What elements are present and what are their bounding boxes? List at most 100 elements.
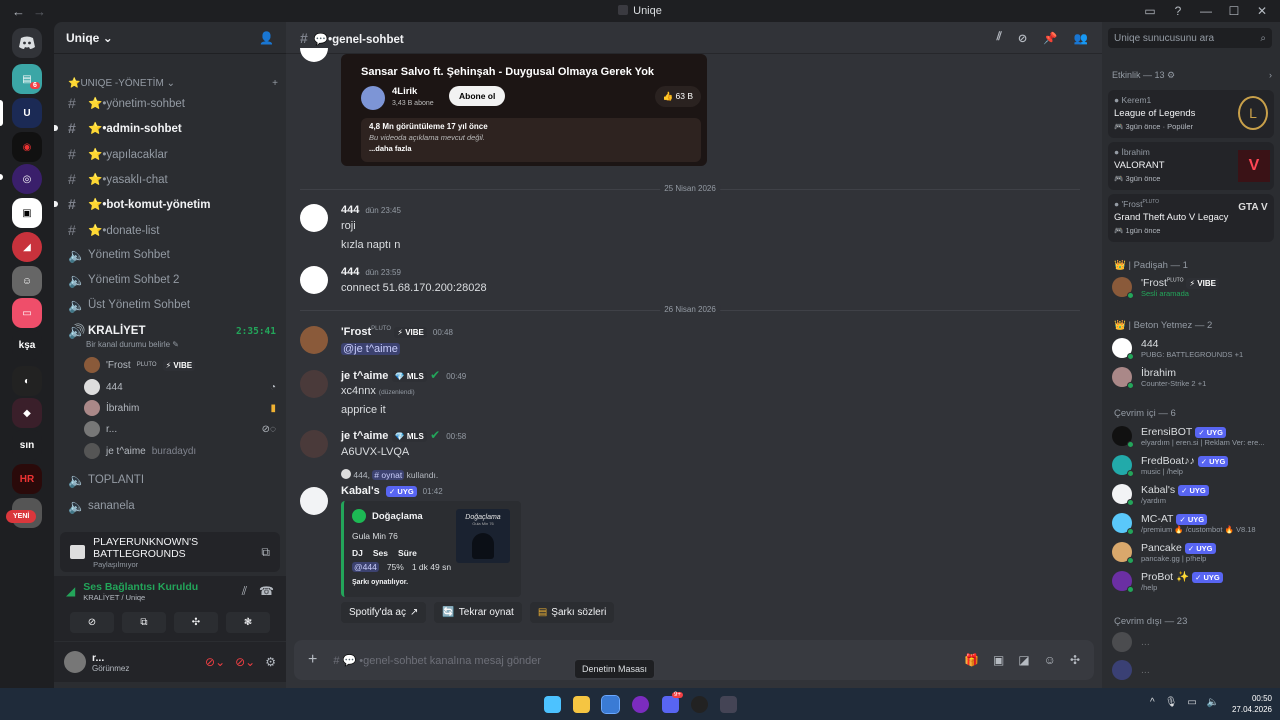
server-icon-4[interactable]: ▣ bbox=[12, 198, 42, 228]
server-icon-12[interactable]: HR bbox=[12, 464, 42, 494]
forward-arrow-icon[interactable]: → bbox=[33, 4, 46, 19]
invite-icon[interactable]: 👤 bbox=[259, 31, 274, 45]
voice-user[interactable]: İbrahim ▮ bbox=[84, 398, 276, 418]
volume-icon[interactable]: 🔈 bbox=[1207, 697, 1219, 708]
youtube-embed[interactable]: Sansar Salvo ft. Şehinşah - Duygusal Olm… bbox=[341, 54, 707, 166]
message[interactable]: je t^aime 💎 MLS ✔ 00:58 A6UVX-LVQA bbox=[300, 428, 1080, 458]
avatar[interactable] bbox=[300, 326, 328, 354]
avatar[interactable] bbox=[300, 204, 328, 232]
music-embed[interactable]: Doğaçlama Gula Min 76 DJ Ses Süre @444 75% 1… bbox=[341, 501, 521, 597]
message-author[interactable]: Kabal's bbox=[341, 485, 380, 497]
spotify-open-button[interactable]: Spotify'da aç ↗ bbox=[341, 602, 427, 623]
server-icon-2[interactable]: ◉ bbox=[12, 132, 42, 162]
help-icon[interactable]: ? bbox=[1164, 4, 1192, 18]
voice-ust-yonetim[interactable]: 🔈 Üst Yönetim Sohbet bbox=[62, 294, 284, 316]
server-ksa[interactable]: kşa bbox=[12, 330, 42, 360]
member-item[interactable]: ... bbox=[1112, 628, 1276, 656]
emoji-icon[interactable]: ☺ bbox=[1044, 653, 1056, 667]
channel-avatar[interactable] bbox=[361, 86, 385, 110]
notifications-off-icon[interactable]: ⊘ bbox=[1018, 31, 1028, 45]
message[interactable]: 'FrostPLUTO ⚡ VIBE 00:48 @je t^aime bbox=[300, 324, 1080, 355]
message-author[interactable]: je t^aime bbox=[341, 370, 388, 382]
message[interactable]: je t^aime 💎 MLS ✔ 00:49 xc4nnx (düzenlend… bbox=[300, 368, 1080, 416]
server-icon-6[interactable]: ☺ bbox=[12, 266, 42, 296]
close-button[interactable]: ✕ bbox=[1248, 4, 1276, 18]
add-attachment-icon[interactable]: + bbox=[308, 651, 317, 669]
discord-taskbar-icon[interactable] bbox=[662, 696, 679, 713]
inbox-icon[interactable]: ▭ bbox=[1136, 4, 1164, 18]
server-icon-5[interactable]: ◢ bbox=[12, 232, 42, 262]
member-item[interactable]: FredBoat♪♪ ✓ UYG music | /help bbox=[1112, 451, 1276, 479]
member-item[interactable]: Kabal's ✓ UYG/yardım bbox=[1112, 480, 1276, 508]
server-header[interactable]: Uniqe ⌄ 👤 bbox=[54, 22, 286, 54]
display-icon[interactable]: ▭ bbox=[1187, 697, 1196, 708]
avatar[interactable] bbox=[300, 370, 328, 398]
sticker-icon[interactable]: ◪ bbox=[1018, 653, 1029, 667]
member-item[interactable]: ProBot ✨ ✓ UYG/help bbox=[1112, 567, 1276, 595]
member-item[interactable]: Pancake ✓ UYG pancake.gg | p!help bbox=[1112, 538, 1276, 566]
threads-icon[interactable]: ⫽ bbox=[997, 31, 1002, 45]
voice-location[interactable]: KRALİYET / Uniqe bbox=[83, 593, 198, 602]
lyrics-button[interactable]: ▤ Şarkı sözleri bbox=[529, 602, 615, 623]
bot-message[interactable]: 444, # oynat kullandı. Kabal's ✓ UYG 01:4… bbox=[300, 469, 1080, 623]
video-description[interactable]: 4,8 Mn görüntüleme 17 yıl önce Bu videod… bbox=[361, 118, 701, 162]
video-title[interactable]: Sansar Salvo ft. Şehinşah - Duygusal Olm… bbox=[361, 66, 654, 78]
message-author[interactable]: 444 bbox=[341, 204, 359, 216]
server-uniqe-icon[interactable]: U bbox=[12, 98, 42, 128]
disconnect-icon[interactable]: ☎ bbox=[259, 584, 274, 598]
activity-card[interactable]: ● Kerem1 League of Legends 🎮 3gün önce ·… bbox=[1108, 90, 1274, 138]
voice-status-hint[interactable]: Bir kanal durumu belirle ✎ bbox=[86, 340, 179, 349]
clock[interactable]: 00:50 27.04.2026 bbox=[1232, 693, 1272, 715]
mute-mic-icon[interactable]: ⊘⌄ bbox=[205, 655, 225, 669]
bot-avatar[interactable] bbox=[300, 487, 328, 515]
channel-yasakli-chat[interactable]: # ⭐•yasaklı-chat bbox=[62, 168, 284, 190]
voice-yonetim-sohbet[interactable]: 🔈 Yönetim Sohbet bbox=[62, 244, 284, 266]
discord-home-icon[interactable] bbox=[12, 28, 42, 58]
tray-chevron-icon[interactable]: ^ bbox=[1150, 697, 1155, 708]
activity-panel[interactable]: PLAYERUNKNOWN'S BATTLEGROUNDS Paylaşılmıy… bbox=[60, 532, 280, 572]
screen-share-button[interactable]: ⧉ bbox=[122, 612, 166, 633]
dj-mention[interactable]: @444 bbox=[352, 562, 379, 572]
server-icon-10[interactable]: ◆ bbox=[12, 398, 42, 428]
channel-donate-list[interactable]: # ⭐•donate-list bbox=[62, 219, 284, 241]
channel-admin-sohbet[interactable]: # ⭐•admin-sohbet bbox=[54, 117, 284, 139]
file-explorer-icon[interactable] bbox=[573, 696, 590, 713]
voice-kraliyet[interactable]: 🔊 KRALİYET 2:35:41 bbox=[62, 320, 284, 342]
new-badge[interactable]: YENİ bbox=[6, 510, 37, 523]
pin-icon[interactable]: 📌 bbox=[1043, 31, 1057, 45]
message-author[interactable]: 444 bbox=[341, 266, 359, 278]
like-button[interactable]: 👍 63 B bbox=[654, 86, 701, 107]
member-item[interactable]: ... bbox=[1112, 656, 1276, 684]
channel-yonetim-sohbet[interactable]: # ⭐•yönetim-sohbet bbox=[62, 92, 284, 114]
back-arrow-icon[interactable]: ← bbox=[12, 4, 25, 19]
voice-user[interactable]: 444 ◔ bbox=[84, 377, 276, 397]
member-item[interactable]: 444 PUBG: BATTLEGROUNDS +1 bbox=[1112, 334, 1276, 362]
category-header[interactable]: ⭐UNIQE -YÖNETİM ⌄ + bbox=[68, 78, 278, 89]
app-icon[interactable] bbox=[720, 696, 737, 713]
steam-icon[interactable] bbox=[691, 696, 708, 713]
add-channel-icon[interactable]: + bbox=[272, 78, 278, 89]
dm-icon[interactable]: ▤ bbox=[12, 64, 42, 94]
user-mention[interactable]: @je t^aime bbox=[341, 343, 400, 355]
apps-icon[interactable]: ✣ bbox=[1070, 653, 1080, 667]
member-item[interactable]: İbrahim Counter-Strike 2 +1 bbox=[1112, 363, 1276, 391]
user-name[interactable]: r... bbox=[92, 652, 129, 664]
replay-button[interactable]: 🔄 Tekrar oynat bbox=[434, 602, 522, 623]
settings-gear-icon[interactable]: ⚙ bbox=[265, 655, 276, 669]
avatar[interactable] bbox=[300, 48, 328, 62]
voice-sananela[interactable]: 🔈 sananela bbox=[62, 495, 284, 517]
channel-yapilacaklar[interactable]: # ⭐•yapılacaklar bbox=[62, 143, 284, 165]
avatar[interactable] bbox=[300, 266, 328, 294]
member-item[interactable]: MC-AT ✓ UYG/premium 🔥 /custombot 🔥 V8.18 bbox=[1112, 509, 1276, 537]
activity-card[interactable]: ● 'FrostPLUTO Grand Theft Auto V Legacy … bbox=[1108, 194, 1274, 242]
activity-card[interactable]: ● İbrahim VALORANT 🎮 3gün önce V bbox=[1108, 142, 1274, 190]
user-avatar[interactable] bbox=[64, 651, 86, 673]
activities-button[interactable]: ✣ bbox=[174, 612, 218, 633]
voice-user[interactable]: 'Frost PLUTO ⚡ VIBE bbox=[84, 355, 196, 375]
message-composer[interactable]: + # 💬 •genel-sohbet kanalına mesaj gönde… bbox=[294, 640, 1094, 680]
activity-header[interactable]: Etkinlik — 13 ⚙ › bbox=[1112, 70, 1272, 81]
soundboard-button[interactable]: ❃ bbox=[226, 612, 270, 633]
opera-icon[interactable] bbox=[632, 696, 649, 713]
control-panel-icon[interactable] bbox=[601, 695, 620, 714]
microphone-icon[interactable]: 🎙 bbox=[1165, 697, 1178, 708]
